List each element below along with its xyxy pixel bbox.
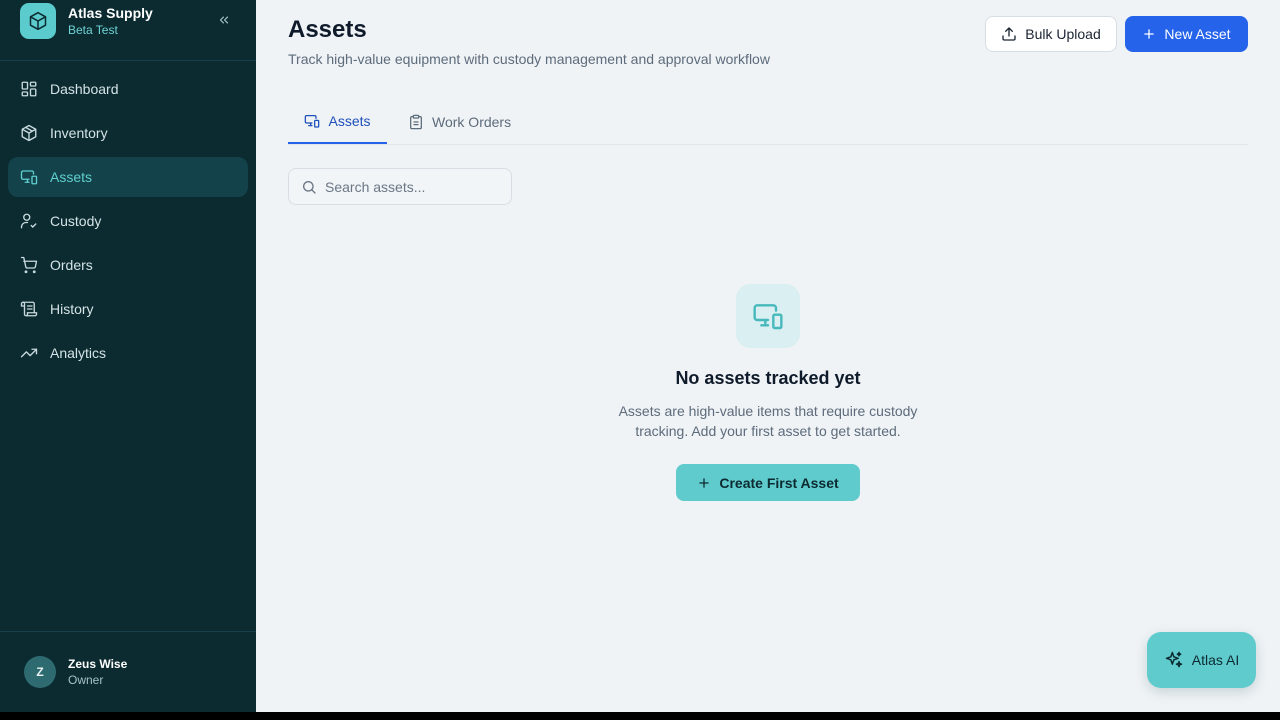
sidebar-nav: Dashboard Inventory Assets Custody Order… (0, 61, 256, 385)
chevrons-left-icon (217, 13, 231, 32)
sidebar-item-label: Analytics (50, 345, 107, 361)
sparkles-icon (1164, 650, 1184, 670)
cart-icon (20, 256, 38, 274)
tab-bar: Assets Work Orders (288, 100, 1248, 145)
cube-icon (20, 3, 56, 39)
brand-header: Atlas Supply Beta Test (0, 0, 256, 61)
sidebar-item-label: History (50, 301, 94, 317)
empty-state-description: Assets are high-value items that require… (618, 403, 918, 439)
package-icon (20, 124, 38, 142)
collapse-sidebar-button[interactable] (214, 12, 234, 32)
tab-work-orders[interactable]: Work Orders (408, 100, 511, 144)
sidebar-item-label: Dashboard (50, 81, 119, 97)
sidebar-item-orders[interactable]: Orders (8, 245, 248, 285)
user-name: Zeus Wise (68, 657, 128, 671)
clipboard-icon (408, 114, 424, 130)
page-title: Assets (288, 16, 367, 43)
sidebar-item-label: Custody (50, 213, 102, 229)
app-window: Atlas Supply Beta Test Dashboard Invento… (0, 0, 1280, 712)
sidebar: Atlas Supply Beta Test Dashboard Invento… (0, 0, 256, 712)
upload-icon (1001, 26, 1017, 42)
search-icon (301, 179, 317, 195)
bulk-upload-button[interactable]: Bulk Upload (985, 16, 1117, 52)
sidebar-item-dashboard[interactable]: Dashboard (8, 69, 248, 109)
new-asset-button[interactable]: New Asset (1125, 16, 1248, 52)
tab-label: Assets (328, 113, 371, 129)
search-box (288, 168, 512, 205)
sidebar-item-history[interactable]: History (8, 289, 248, 329)
search-input[interactable] (325, 178, 505, 195)
scroll-icon (20, 300, 38, 318)
bulk-upload-label: Bulk Upload (1025, 26, 1101, 42)
sidebar-item-label: Inventory (50, 125, 108, 141)
sidebar-item-analytics[interactable]: Analytics (8, 333, 248, 373)
sidebar-item-inventory[interactable]: Inventory (8, 113, 248, 153)
user-role: Owner (68, 673, 104, 687)
plus-icon (1142, 27, 1156, 41)
sidebar-item-assets[interactable]: Assets (8, 157, 248, 197)
avatar: Z (24, 656, 56, 688)
sidebar-item-label: Orders (50, 257, 93, 273)
main-content: Assets Track high-value equipment with c… (256, 0, 1280, 712)
atlas-ai-button[interactable]: Atlas AI (1147, 632, 1256, 688)
grid-icon (20, 80, 38, 98)
tab-label: Work Orders (432, 114, 512, 130)
brand-subtitle: Beta Test (68, 22, 118, 37)
user-profile[interactable]: Z Zeus Wise Owner (0, 631, 256, 712)
trending-up-icon (20, 344, 38, 362)
sidebar-item-custody[interactable]: Custody (8, 201, 248, 241)
devices-icon (20, 168, 38, 186)
create-first-asset-label: Create First Asset (719, 474, 839, 491)
brand-name: Atlas Supply (68, 4, 153, 21)
sidebar-item-label: Assets (50, 169, 93, 185)
new-asset-label: New Asset (1164, 26, 1231, 42)
plus-icon (697, 476, 711, 490)
tab-assets[interactable]: Assets (288, 100, 387, 144)
devices-icon (736, 284, 800, 348)
atlas-ai-label: Atlas AI (1191, 652, 1240, 668)
create-first-asset-button[interactable]: Create First Asset (676, 464, 860, 501)
user-check-icon (20, 212, 38, 230)
page-subtitle: Track high-value equipment with custody … (288, 51, 770, 67)
empty-state-title: No assets tracked yet (675, 368, 861, 388)
devices-icon (304, 113, 320, 129)
